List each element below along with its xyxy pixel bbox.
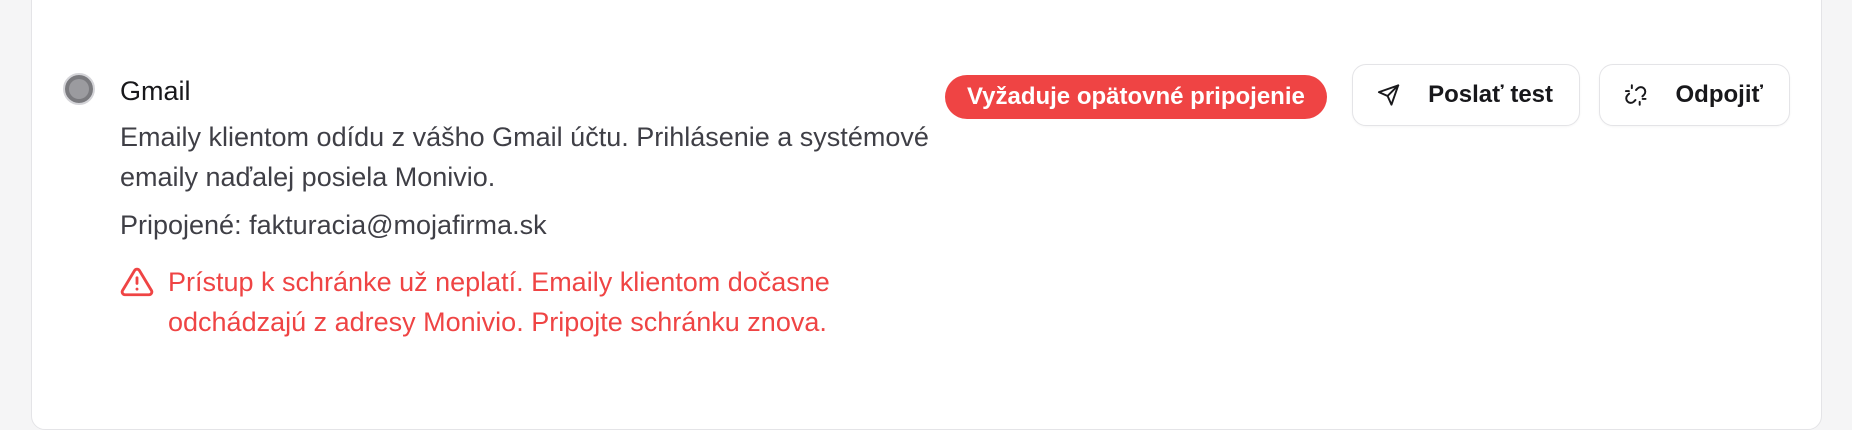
unlink-icon <box>1624 84 1647 106</box>
integration-name: Gmail <box>120 76 191 106</box>
send-test-label: Poslať test <box>1428 81 1553 108</box>
disconnect-button[interactable]: Odpojiť <box>1599 64 1790 126</box>
warning-message: Prístup k schránke už neplatí. Emaily kl… <box>120 262 940 342</box>
integration-description: Emaily klientom odídu z vášho Gmail účtu… <box>120 122 929 192</box>
disconnect-label: Odpojiť <box>1675 81 1763 108</box>
send-test-button[interactable]: Poslať test <box>1352 64 1580 126</box>
status-dot-icon <box>63 73 95 105</box>
connected-account: Pripojené: fakturacia@mojafirma.sk <box>120 210 547 240</box>
warning-text: Prístup k schránke už neplatí. Emaily kl… <box>168 267 830 337</box>
send-icon <box>1377 84 1400 106</box>
status-badge: Vyžaduje opätovné pripojenie <box>945 75 1327 119</box>
warning-triangle-icon <box>120 267 154 297</box>
